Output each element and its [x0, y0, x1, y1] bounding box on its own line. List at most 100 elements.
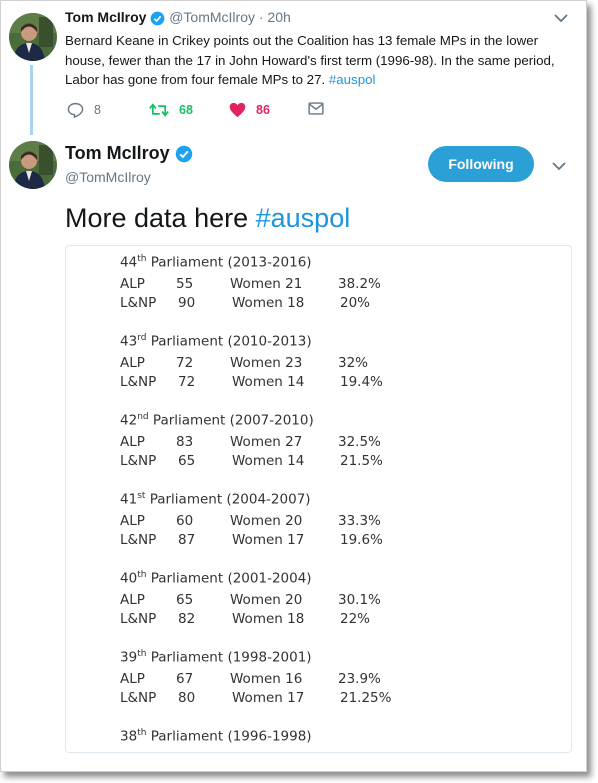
cell-seats: 82	[178, 611, 196, 627]
cell-seats: 72	[178, 374, 196, 390]
cell-pct: 23.9%	[338, 671, 381, 687]
author-name-block: Tom McIlroy	[65, 143, 193, 164]
cell-women: Women 17	[232, 690, 305, 706]
cell-pct: 21.25%	[340, 690, 392, 706]
cell-women: Women 16	[230, 671, 303, 687]
parliament-number: 42	[120, 412, 138, 429]
parliament-term: Parliament (2010-2013)	[150, 333, 312, 350]
parliament-block: 38th Parliament (1996-1998) ALP 49 Women 4 8…	[120, 728, 450, 752]
cell-women: Women 20	[230, 592, 303, 608]
envelope-icon	[308, 102, 324, 115]
cell-pct: 21.5%	[340, 453, 383, 469]
cell-women: Women 17	[232, 532, 305, 548]
like-count: 86	[256, 103, 270, 117]
cell-pct: 38.2%	[338, 276, 381, 292]
cell-party: ALP	[120, 276, 145, 292]
cell-pct: 8.2%	[338, 750, 372, 752]
parliament-number: 38	[120, 728, 138, 745]
cell-women: Women 23	[230, 355, 303, 371]
ordinal-suffix: th	[137, 570, 147, 580]
parliament-number: 43	[120, 333, 138, 350]
parliament-block: 40th Parliament (2001-2004) ALP 65 Women 20…	[120, 570, 450, 640]
cell-seats: 90	[178, 295, 196, 311]
cell-pct: 22%	[340, 611, 371, 627]
hashtag-link[interactable]: #auspol	[329, 72, 376, 87]
direct-message-button[interactable]	[308, 102, 324, 115]
reply-button[interactable]: 8	[67, 102, 101, 118]
parliament-term: Parliament (2007-2010)	[152, 412, 314, 429]
hashtag-link[interactable]: #auspol	[256, 203, 351, 233]
parliament-term: Parliament (2004-2007)	[149, 491, 311, 508]
cell-seats: 67	[176, 671, 194, 687]
ordinal-suffix: th	[137, 649, 147, 659]
retweet-button[interactable]: 68	[149, 102, 193, 118]
cell-pct: 30.1%	[338, 592, 381, 608]
cell-women: Women 21	[230, 276, 303, 292]
parliament-block: 42nd Parliament (2007-2010) ALP 83 Women 27…	[120, 412, 450, 482]
ordinal-suffix: nd	[137, 412, 149, 422]
parliament-block: 43rd Parliament (2010-2013) ALP 72 Women 23…	[120, 333, 450, 403]
cell-pct: 19.4%	[340, 374, 383, 390]
cell-party: L&NP	[120, 532, 157, 548]
cell-seats: 49	[176, 750, 193, 752]
cell-women: Women 14	[232, 453, 305, 469]
cell-pct: 32%	[338, 355, 369, 371]
parliament-heading: 42nd Parliament (2007-2010)	[120, 412, 314, 429]
parliament-block: 41st Parliament (2004-2007) ALP 60 Women 20…	[120, 491, 450, 561]
following-button[interactable]: Following	[428, 146, 534, 182]
cell-seats: 87	[178, 532, 196, 548]
parliament-term: Parliament (1998-2001)	[150, 649, 312, 666]
cell-seats: 83	[176, 434, 194, 450]
like-button[interactable]: 86	[229, 102, 270, 118]
parliament-heading: 41st Parliament (2004-2007)	[120, 491, 311, 508]
cell-party: ALP	[120, 434, 145, 450]
cell-women: Women 20	[230, 513, 303, 529]
parliament-term: Parliament (1996-1998)	[150, 728, 312, 745]
cell-women: Women 18	[232, 295, 305, 311]
parliament-heading: 43rd Parliament (2010-2013)	[120, 333, 312, 350]
tweet-time[interactable]: · 20h	[259, 9, 291, 25]
tweet-body: More data here	[65, 203, 249, 233]
tweet-text: Bernard Keane in Crikey points out the C…	[65, 31, 570, 90]
chevron-down-icon[interactable]	[552, 161, 566, 171]
tweet-text: More data here #auspol	[65, 203, 350, 234]
ordinal-suffix: rd	[137, 333, 147, 343]
parliament-number: 39	[120, 649, 138, 666]
attached-image[interactable]: 44th Parliament (2013-2016) ALP 55 Women 21…	[65, 245, 572, 753]
verified-badge-icon	[150, 11, 165, 26]
parliament-block: 39th Parliament (1998-2001) ALP 67 Women 16…	[120, 649, 450, 719]
tweet-thread-panel: Tom McIlroy @TomMcIlroy · 20h Bernard Ke…	[0, 0, 587, 772]
cell-seats: 80	[178, 690, 196, 706]
avatar[interactable]	[9, 141, 57, 189]
cell-women: Women 18	[232, 611, 305, 627]
cell-party: ALP	[120, 671, 145, 687]
author-handle[interactable]: @TomMcIlroy	[65, 169, 151, 185]
cell-seats: 60	[176, 513, 194, 529]
author-name[interactable]: Tom McIlroy	[65, 9, 146, 25]
cell-party: L&NP	[120, 453, 157, 469]
ordinal-suffix: st	[137, 491, 146, 501]
verified-badge-icon	[175, 146, 192, 163]
reply-icon	[67, 102, 84, 118]
cell-party: ALP	[120, 592, 145, 608]
cell-seats: 72	[176, 355, 194, 371]
retweet-count: 68	[179, 103, 193, 117]
cell-pct: 19.6%	[340, 532, 383, 548]
author-name[interactable]: Tom McIlroy	[65, 143, 170, 163]
parliament-heading: 38th Parliament (1996-1998)	[120, 728, 312, 745]
thread-connector-line	[30, 65, 33, 135]
parliament-heading: 44th Parliament (2013-2016)	[120, 254, 312, 271]
author-handle[interactable]: @TomMcIlroy	[169, 9, 255, 25]
ordinal-suffix: th	[137, 254, 147, 264]
parliament-term: Parliament (2013-2016)	[150, 254, 312, 271]
cell-party: L&NP	[120, 374, 157, 390]
cell-party: L&NP	[120, 611, 157, 627]
reply-count: 8	[94, 103, 101, 117]
avatar[interactable]	[9, 13, 57, 61]
cell-pct: 32.5%	[338, 434, 381, 450]
cell-party: ALP	[120, 750, 145, 752]
parliament-term: Parliament (2001-2004)	[150, 570, 312, 587]
parliament-number: 41	[120, 491, 138, 508]
chevron-down-icon[interactable]	[554, 13, 568, 23]
parliament-block: 44th Parliament (2013-2016) ALP 55 Women 21…	[120, 254, 450, 324]
